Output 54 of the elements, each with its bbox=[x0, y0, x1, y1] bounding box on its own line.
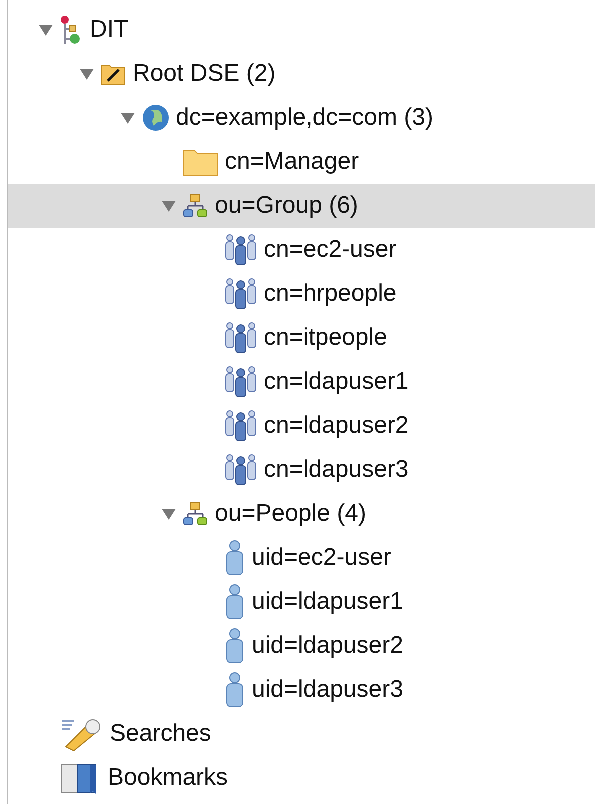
tree-item[interactable]: cn=itpeople bbox=[8, 316, 595, 360]
item-label: DIT bbox=[90, 16, 129, 44]
hierarchy-icon bbox=[183, 194, 209, 218]
item-label: uid=ldapuser3 bbox=[252, 676, 404, 704]
tree-item[interactable]: uid=ldapuser1 bbox=[8, 580, 595, 624]
expanded-arrow-icon[interactable] bbox=[79, 66, 95, 82]
people-group-icon bbox=[224, 234, 258, 266]
tree-item[interactable]: ou=Group (6) bbox=[8, 184, 595, 228]
tree-item[interactable]: ou=People (4) bbox=[8, 492, 595, 536]
item-label: ou=Group (6) bbox=[215, 192, 358, 220]
item-label: cn=hrpeople bbox=[264, 280, 397, 308]
item-label: cn=itpeople bbox=[264, 324, 388, 352]
tree-item[interactable]: uid=ldapuser2 bbox=[8, 624, 595, 668]
item-label: uid=ldapuser1 bbox=[252, 588, 404, 616]
item-label: cn=Manager bbox=[225, 148, 360, 176]
item-label: cn=ldapuser1 bbox=[264, 368, 409, 396]
expanded-arrow-icon[interactable] bbox=[120, 110, 136, 126]
person-icon bbox=[224, 540, 246, 576]
item-label: ou=People (4) bbox=[215, 500, 366, 528]
tree-item[interactable]: cn=Manager bbox=[8, 140, 595, 184]
globe-icon bbox=[142, 104, 170, 132]
people-group-icon bbox=[224, 454, 258, 486]
tree-item[interactable]: cn=ldapuser2 bbox=[8, 404, 595, 448]
people-group-icon bbox=[224, 278, 258, 310]
tree-item[interactable]: Searches bbox=[8, 712, 595, 756]
person-icon bbox=[224, 584, 246, 620]
expanded-arrow-icon[interactable] bbox=[161, 198, 177, 214]
tree-item[interactable]: cn=ec2-user bbox=[8, 228, 595, 272]
tree-item[interactable]: cn=ldapuser1 bbox=[8, 360, 595, 404]
item-label: Searches bbox=[110, 720, 212, 748]
item-label: uid=ldapuser2 bbox=[252, 632, 404, 660]
expanded-arrow-icon[interactable] bbox=[38, 22, 54, 38]
people-group-icon bbox=[224, 366, 258, 398]
item-label: uid=ec2-user bbox=[252, 544, 392, 572]
people-group-icon bbox=[224, 410, 258, 442]
people-group-icon bbox=[224, 322, 258, 354]
tree-item[interactable]: dc=example,dc=com (3) bbox=[8, 96, 595, 140]
person-icon bbox=[224, 628, 246, 664]
tree-item[interactable]: cn=hrpeople bbox=[8, 272, 595, 316]
tree-item[interactable]: uid=ec2-user bbox=[8, 536, 595, 580]
item-label: cn=ec2-user bbox=[264, 236, 397, 264]
expanded-arrow-icon[interactable] bbox=[161, 506, 177, 522]
hierarchy-icon bbox=[183, 502, 209, 526]
tree-item[interactable]: DIT bbox=[8, 8, 595, 52]
item-label: dc=example,dc=com (3) bbox=[176, 104, 434, 132]
person-icon bbox=[224, 672, 246, 708]
tree-item[interactable]: Root DSE (2) bbox=[8, 52, 595, 96]
item-label: cn=ldapuser2 bbox=[264, 412, 409, 440]
tree-item[interactable]: uid=ldapuser3 bbox=[8, 668, 595, 712]
tree-item[interactable]: Bookmarks bbox=[8, 756, 595, 800]
item-label: cn=ldapuser3 bbox=[264, 456, 409, 484]
item-label: Root DSE (2) bbox=[133, 60, 276, 88]
item-label: Bookmarks bbox=[108, 764, 228, 792]
tree-item[interactable]: cn=ldapuser3 bbox=[8, 448, 595, 492]
